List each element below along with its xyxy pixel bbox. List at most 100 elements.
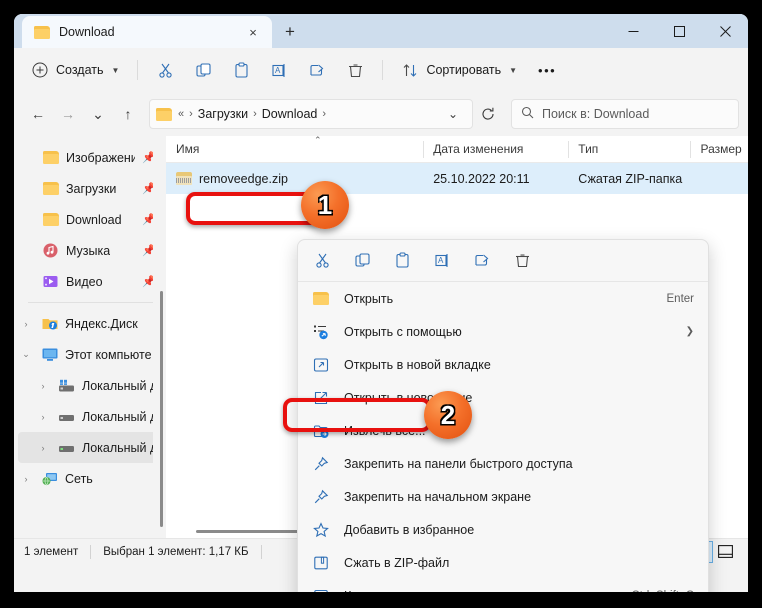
toolbar-divider: [137, 60, 139, 80]
share-icon-ctx[interactable]: [472, 251, 492, 271]
chevron-right-icon-d2[interactable]: ›: [35, 443, 51, 453]
network-icon: [41, 470, 58, 487]
maximize-button[interactable]: [656, 14, 702, 48]
breadcrumb-chevron-2: ›: [322, 108, 327, 120]
toolbar-divider-2: [382, 60, 384, 80]
menu-item-compress-zip[interactable]: Сжать в ZIP-файл: [298, 546, 708, 579]
column-header-type-label: Тип: [578, 142, 599, 156]
search-placeholder: Поиск в: Download: [542, 107, 650, 121]
cut-icon-ctx[interactable]: [312, 251, 332, 271]
sidebar-item-videos[interactable]: Видео 📌: [18, 266, 162, 297]
menu-item-copy-path[interactable]: Копировать как путь Ctrl+Shift+C: [298, 579, 708, 592]
cut-button[interactable]: [147, 55, 183, 85]
menu-item-pin-quick-access-label: Закрепить на панели быстрого доступа: [344, 456, 573, 471]
address-bar-row: ← → ⌄ ↑ « › Загрузки › Download › ⌄ Поис…: [14, 92, 748, 136]
breadcrumb-overflow[interactable]: «: [178, 108, 184, 120]
paste-icon-ctx[interactable]: [392, 251, 412, 271]
folder-icon-download: [42, 211, 59, 228]
up-button[interactable]: ↑: [113, 99, 143, 129]
sidebar-item-local-disk-2[interactable]: › Локальный д: [18, 401, 162, 432]
sidebar-item-label-10: Локальный д: [82, 440, 156, 455]
sort-button[interactable]: Сортировать ▼: [392, 55, 526, 85]
forward-button[interactable]: →: [53, 99, 83, 129]
menu-item-open-new-window[interactable]: Открыть в новом окне: [298, 381, 708, 414]
address-bar[interactable]: « › Загрузки › Download › ⌄: [149, 99, 473, 129]
sidebar-item-label-9: Локальный д: [82, 409, 156, 424]
sidebar-item-label-0: Изображени: [66, 150, 136, 165]
menu-item-open[interactable]: Открыть Enter: [298, 282, 708, 315]
sort-ascending-icon: ⌃: [314, 136, 322, 145]
copy-path-icon: [312, 587, 330, 592]
file-type-cell: Сжатая ZIP-папка: [578, 171, 683, 186]
sidebar-item-downloads[interactable]: Загрузки 📌: [18, 173, 162, 204]
column-header-type[interactable]: Тип: [568, 136, 690, 163]
back-button[interactable]: ←: [23, 99, 53, 129]
chevron-down-icon-this-pc[interactable]: ⌄: [18, 349, 34, 360]
refresh-button[interactable]: [473, 99, 503, 129]
sidebar-item-yandex-disk[interactable]: › Яндекс.Диск: [18, 308, 162, 339]
chevron-right-icon-yandex[interactable]: ›: [18, 319, 34, 329]
table-row[interactable]: removeedge.zip 25.10.2022 20:11 Сжатая Z…: [166, 163, 748, 194]
paste-button[interactable]: [223, 55, 259, 85]
chevron-right-icon-submenu[interactable]: ❯: [686, 326, 694, 337]
close-tab-icon[interactable]: ×: [242, 21, 264, 43]
sidebar-item-music[interactable]: Музыка 📌: [18, 235, 162, 266]
recent-locations-button[interactable]: ⌄: [83, 99, 113, 129]
sidebar-item-label-1: Загрузки: [66, 181, 117, 196]
breadcrumb-item-1[interactable]: Download: [262, 107, 318, 121]
column-header-size-label: Размер: [700, 142, 742, 156]
share-button[interactable]: [299, 55, 335, 85]
minimize-button[interactable]: [610, 14, 656, 48]
copy-icon: [194, 61, 212, 79]
preview-pane-button[interactable]: [713, 541, 738, 563]
breadcrumb-item-0[interactable]: Загрузки: [198, 107, 248, 121]
menu-item-pin-quick-access[interactable]: Закрепить на панели быстрого доступа: [298, 447, 708, 480]
sidebar-item-download[interactable]: Download 📌: [18, 204, 162, 235]
new-window-icon: [312, 389, 330, 407]
annotation-badge-2: 2: [424, 391, 472, 439]
star-icon: [312, 521, 330, 539]
copy-button[interactable]: [185, 55, 221, 85]
sidebar-scrollbar-thumb[interactable]: [160, 291, 163, 527]
sidebar-item-pictures[interactable]: Изображени 📌: [18, 142, 162, 173]
search-input[interactable]: Поиск в: Download: [511, 99, 739, 129]
chevron-right-icon-d0[interactable]: ›: [35, 381, 51, 391]
column-header-name[interactable]: Имя ⌃: [166, 136, 423, 163]
column-header-size[interactable]: Размер: [690, 136, 748, 163]
file-name-cell[interactable]: removeedge.zip: [166, 172, 423, 186]
sidebar-item-local-disk-system[interactable]: › Локальный д: [18, 370, 162, 401]
browser-tab-download[interactable]: Download ×: [22, 16, 272, 48]
menu-item-open-with[interactable]: Открыть с помощью ❯: [298, 315, 708, 348]
sidebar-item-network[interactable]: › Сеть: [18, 463, 162, 494]
menu-item-open-new-tab[interactable]: Открыть в новой вкладке: [298, 348, 708, 381]
delete-icon-ctx[interactable]: [512, 251, 532, 271]
new-button[interactable]: Создать ▼: [22, 55, 128, 85]
close-button[interactable]: [702, 14, 748, 48]
more-options-button[interactable]: •••: [528, 63, 566, 78]
menu-item-pin-start[interactable]: Закрепить на начальном экране: [298, 480, 708, 513]
explorer-window: Download × + Создать ▼ A Сортировать ▼ •…: [14, 14, 748, 592]
menu-item-copy-path-accel: Ctrl+Shift+C: [631, 590, 694, 593]
folder-open-icon: [312, 290, 330, 308]
extract-all-menu-item[interactable]: Извлечь все...: [298, 414, 708, 447]
rename-icon-ctx[interactable]: A: [432, 251, 452, 271]
command-toolbar: Создать ▼ A Сортировать ▼ •••: [14, 48, 748, 92]
chevron-right-icon-d1[interactable]: ›: [35, 412, 51, 422]
sidebar-item-local-disk-3[interactable]: › Локальный д: [18, 432, 162, 463]
chevron-down-icon-sort[interactable]: ▼: [509, 66, 517, 75]
copy-icon-ctx[interactable]: [352, 251, 372, 271]
new-tab-button[interactable]: +: [276, 18, 304, 46]
chevron-down-icon[interactable]: ▼: [112, 66, 120, 75]
chevron-down-icon-address[interactable]: ⌄: [440, 101, 466, 127]
sidebar-item-this-pc[interactable]: ⌄ Этот компьюте: [18, 339, 162, 370]
menu-item-add-favorites[interactable]: Добавить в избранное: [298, 513, 708, 546]
system-drive-icon: [58, 377, 75, 394]
column-header-modified[interactable]: Дата изменения: [423, 136, 568, 163]
new-tab-icon: [312, 356, 330, 374]
drive-icon-2: [58, 439, 75, 456]
rename-button[interactable]: A: [261, 55, 297, 85]
status-divider: [90, 544, 92, 559]
delete-button[interactable]: [337, 55, 373, 85]
chevron-right-icon-network[interactable]: ›: [18, 474, 34, 484]
sidebar-item-label-6: Яндекс.Диск: [65, 316, 138, 331]
